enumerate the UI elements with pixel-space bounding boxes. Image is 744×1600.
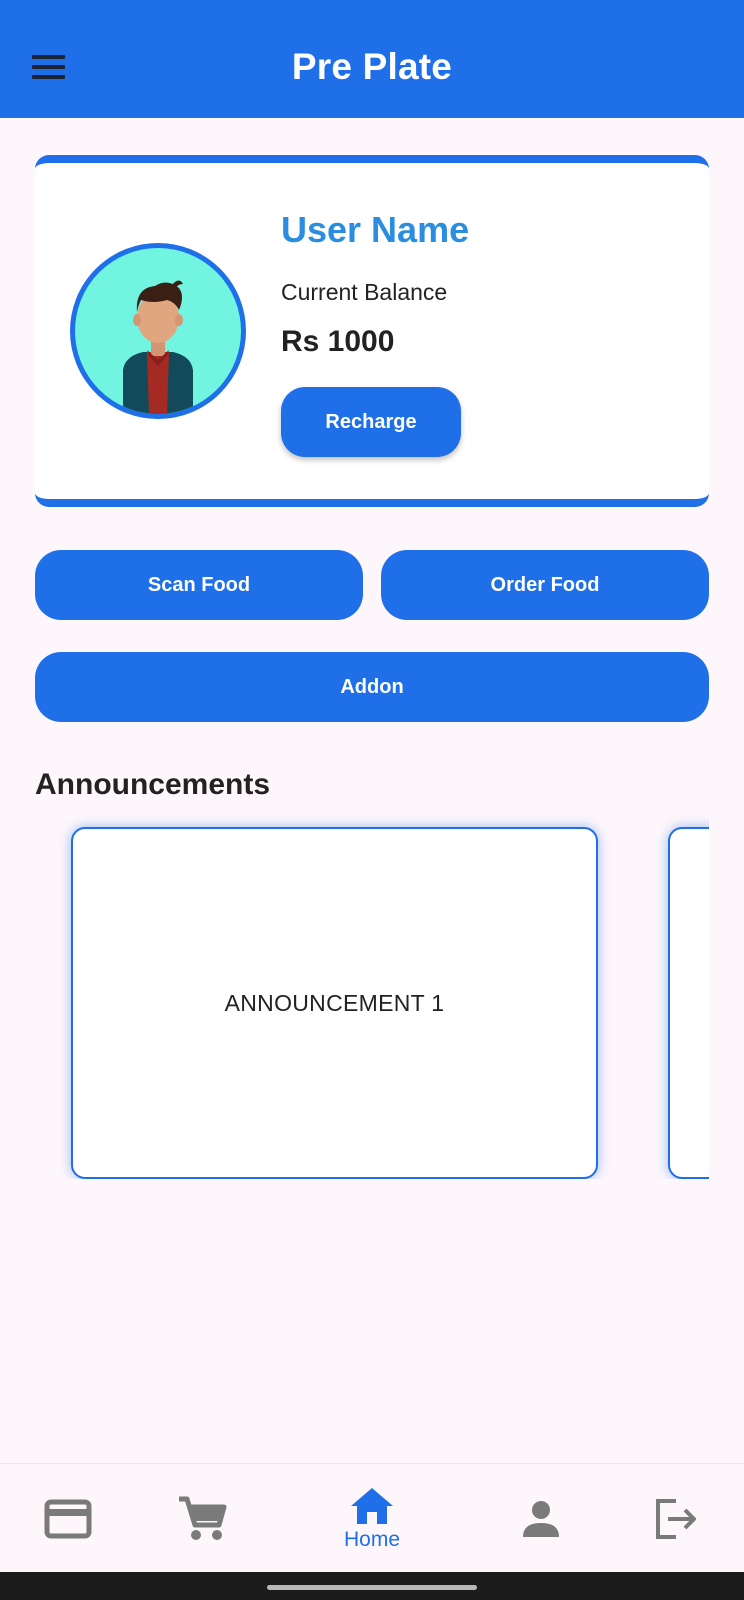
addon-button[interactable]: Addon: [35, 652, 709, 722]
announcements-carousel[interactable]: ANNOUNCEMENT 1: [35, 815, 709, 1179]
recharge-button[interactable]: Recharge: [281, 387, 461, 457]
nav-item-home[interactable]: Home: [322, 1464, 422, 1573]
user-name: User Name: [281, 209, 470, 250]
home-icon: [351, 1487, 393, 1524]
system-navigation-bar: [0, 1572, 744, 1600]
announcements-title: Announcements: [35, 768, 271, 801]
profile-card: User Name Current Balance Rs 1000 Rechar…: [35, 155, 709, 507]
order-food-button[interactable]: Order Food: [381, 550, 709, 620]
scan-food-button[interactable]: Scan Food: [35, 550, 363, 620]
announcement-card[interactable]: ANNOUNCEMENT 1: [71, 827, 598, 1179]
person-avatar-icon: [123, 280, 193, 414]
credit-card-icon: [44, 1499, 92, 1538]
app-title: Pre Plate: [291, 46, 453, 87]
app-bar: Pre Plate: [0, 0, 744, 118]
nav-item-wallet[interactable]: [22, 1464, 114, 1573]
nav-item-profile[interactable]: [496, 1464, 586, 1573]
nav-home-label: Home: [343, 1527, 401, 1551]
announcement-text: ANNOUNCEMENT 1: [224, 989, 445, 1016]
nav-item-cart[interactable]: [156, 1464, 248, 1573]
user-avatar: [70, 243, 246, 419]
balance-label: Current Balance: [281, 279, 448, 305]
nav-item-logout[interactable]: [630, 1464, 722, 1573]
gesture-handle[interactable]: [267, 1585, 477, 1590]
balance-value: Rs 1000: [281, 325, 395, 358]
cart-icon: [179, 1496, 227, 1540]
person-icon: [523, 1500, 559, 1537]
bottom-navigation: Home: [0, 1463, 744, 1572]
logout-icon: [656, 1498, 696, 1539]
announcement-card[interactable]: [668, 827, 709, 1179]
